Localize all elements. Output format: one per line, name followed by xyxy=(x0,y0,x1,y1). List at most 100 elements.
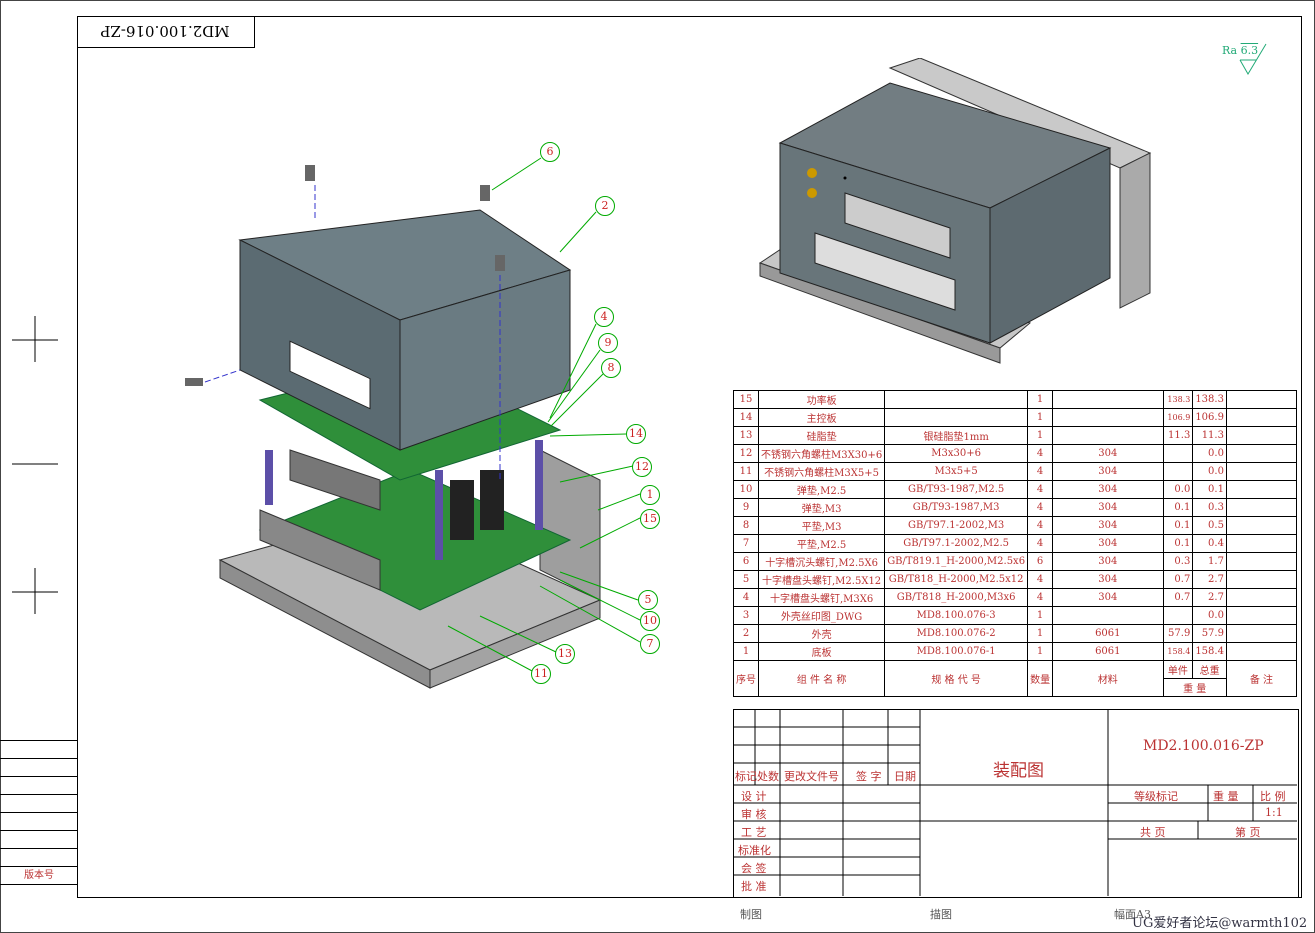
bom-cell: 1 xyxy=(1027,624,1054,643)
bom-cell: 57.9 xyxy=(1162,624,1194,643)
bom-cell: 138.3 xyxy=(1162,390,1194,409)
bom-cell xyxy=(1225,516,1298,535)
bom-cell xyxy=(1225,480,1298,499)
bom-cell: 11 xyxy=(733,462,759,481)
bom-cell: 4 xyxy=(1027,462,1054,481)
bom-cell: 304 xyxy=(1052,480,1164,499)
bom-row: 5 十字槽盘头螺钉,M2.5X12 GB/T818_H-2000,M2.5x12 4 3… xyxy=(733,570,1298,589)
balloon-13[interactable]: 13 xyxy=(555,644,575,664)
balloon-5[interactable]: 5 xyxy=(638,590,658,610)
bom-cell: 0.7 xyxy=(1162,588,1194,607)
balloon-10[interactable]: 10 xyxy=(640,611,660,631)
bom-row: 4 十字槽盘头螺钉,M3X6 GB/T818_H-2000,M3x6 4 304 0.7 2… xyxy=(733,588,1298,607)
balloon-9[interactable]: 9 xyxy=(598,333,618,353)
rev-label-sign: 签 字 xyxy=(856,770,882,783)
bom-cell: 0.5 xyxy=(1192,516,1227,535)
bom-cell: 0.1 xyxy=(1192,480,1227,499)
bom-cell: 4 xyxy=(1027,498,1054,517)
bom-cell xyxy=(1225,462,1298,481)
bom-cell xyxy=(1225,534,1298,553)
bom-cell: 9 xyxy=(733,498,759,517)
bom-cell xyxy=(1162,606,1194,625)
bom-cell xyxy=(1225,588,1298,607)
bom-header-cell: 数量 xyxy=(1027,660,1054,697)
bom-cell: 弹垫,M3 xyxy=(757,498,886,517)
bom-header-cell: 备 注 xyxy=(1225,660,1298,697)
bom-cell: 1 xyxy=(733,642,759,661)
balloon-4[interactable]: 4 xyxy=(594,307,614,327)
bom-cell: 4 xyxy=(1027,480,1054,499)
bom-cell: 底板 xyxy=(757,642,886,661)
bom-cell: 57.9 xyxy=(1192,624,1227,643)
page-number: 第 页 xyxy=(1235,826,1261,839)
bom-cell: 304 xyxy=(1052,588,1164,607)
balloon-7[interactable]: 7 xyxy=(640,634,660,654)
rev-label-date: 日期 xyxy=(894,770,916,783)
drawing-title: 装配图 xyxy=(993,761,1044,781)
bom-cell: 3 xyxy=(733,606,759,625)
bom-cell: 外壳丝印图_DWG xyxy=(757,606,886,625)
bom-cell: 平垫,M2.5 xyxy=(757,534,886,553)
bom-row: 7 平垫,M2.5 GB/T97.1-2002,M2.5 4 304 0.1 0.4 xyxy=(733,534,1298,553)
balloon-8[interactable]: 8 xyxy=(601,358,621,378)
bom-row: 12 不锈钢六角螺柱M3X30+6 M3x30+6 4 304 0.0 xyxy=(733,444,1298,463)
bom-cell: 不锈钢六角螺柱M3X30+6 xyxy=(757,444,886,463)
bom-cell: 6 xyxy=(733,552,759,571)
bom-cell: 银硅脂垫1mm xyxy=(884,426,1029,445)
scale-label: 比 例 xyxy=(1260,790,1286,803)
balloon-14[interactable]: 14 xyxy=(626,424,646,444)
bom-cell: 2.7 xyxy=(1192,588,1227,607)
bom-row: 13 硅脂垫 银硅脂垫1mm 1 11.3 11.3 xyxy=(733,426,1298,445)
bom-cell xyxy=(1162,462,1194,481)
scale-value: 1:1 xyxy=(1265,806,1283,819)
bom-row: 6 十字槽沉头螺钉,M2.5X6 GB/T819.1_H-2000,M2.5x6 6 3… xyxy=(733,552,1298,571)
bom-row: 2 外壳 MD8.100.076-2 1 6061 57.9 57.9 xyxy=(733,624,1298,643)
bom-row: 11 不锈钢六角螺柱M3X5+5 M3x5+5 4 304 0.0 xyxy=(733,462,1298,481)
bom-cell: MD8.100.076-2 xyxy=(884,624,1029,643)
bom-cell: 304 xyxy=(1052,462,1164,481)
bom-cell: GB/T819.1_H-2000,M2.5x6 xyxy=(884,552,1029,571)
bom-cell: GB/T93-1987,M2.5 xyxy=(884,480,1029,499)
bom-cell: M3x5+5 xyxy=(884,462,1029,481)
bom-cell xyxy=(1225,570,1298,589)
bom-cell: 1 xyxy=(1027,642,1054,661)
watermark: UG爱好者论坛@warmth102 xyxy=(1132,916,1308,931)
role-review: 审 核 xyxy=(741,808,767,821)
bom-cell: 0.0 xyxy=(1162,480,1194,499)
bom-cell: 6 xyxy=(1027,552,1054,571)
bom-cell: GB/T97.1-2002,M3 xyxy=(884,516,1029,535)
bom-row: 3 外壳丝印图_DWG MD8.100.076-3 1 0.0 xyxy=(733,606,1298,625)
balloon-15[interactable]: 15 xyxy=(640,509,660,529)
bom-header-cell: 材料 xyxy=(1052,660,1164,697)
bom-cell: MD8.100.076-1 xyxy=(884,642,1029,661)
bom-cell: 304 xyxy=(1052,444,1164,463)
drawn-label: 制图 xyxy=(740,908,762,921)
bom-header-cell: 规 格 代 号 xyxy=(884,660,1029,697)
bom-cell xyxy=(1225,426,1298,445)
balloon-1[interactable]: 1 xyxy=(640,485,660,505)
balloon-6[interactable]: 6 xyxy=(540,142,560,162)
bom-cell xyxy=(1052,408,1164,427)
bom-cell: 304 xyxy=(1052,552,1164,571)
bom-cell: 外壳 xyxy=(757,624,886,643)
bom-row: 15 功率板 1 138.3 138.3 xyxy=(733,390,1298,409)
balloon-12[interactable]: 12 xyxy=(632,457,652,477)
role-process: 工 艺 xyxy=(741,826,767,839)
drawing-number: MD2.100.016-ZP xyxy=(1143,738,1264,754)
bom-cell: 158.4 xyxy=(1162,642,1194,661)
bom-cell: GB/T818_H-2000,M2.5x12 xyxy=(884,570,1029,589)
bom-cell: 0.0 xyxy=(1192,606,1227,625)
balloon-2[interactable]: 2 xyxy=(595,196,615,216)
bom-cell: 11.3 xyxy=(1162,426,1194,445)
bom-cell: GB/T93-1987,M3 xyxy=(884,498,1029,517)
bom-header-row: 序号组 件 名 称规 格 代 号数量 材料 单件 总重备 注 xyxy=(733,660,1298,697)
role-approve: 批 准 xyxy=(741,880,767,893)
bom-cell: 13 xyxy=(733,426,759,445)
bom-cell: 十字槽盘头螺钉,M3X6 xyxy=(757,588,886,607)
bom-cell xyxy=(1225,552,1298,571)
bom-cell: 4 xyxy=(1027,588,1054,607)
bom-cell: 11.3 xyxy=(1192,426,1227,445)
role-countersign: 会 签 xyxy=(741,862,767,875)
bom-cell: 0.1 xyxy=(1162,498,1194,517)
balloon-11[interactable]: 11 xyxy=(531,664,551,684)
